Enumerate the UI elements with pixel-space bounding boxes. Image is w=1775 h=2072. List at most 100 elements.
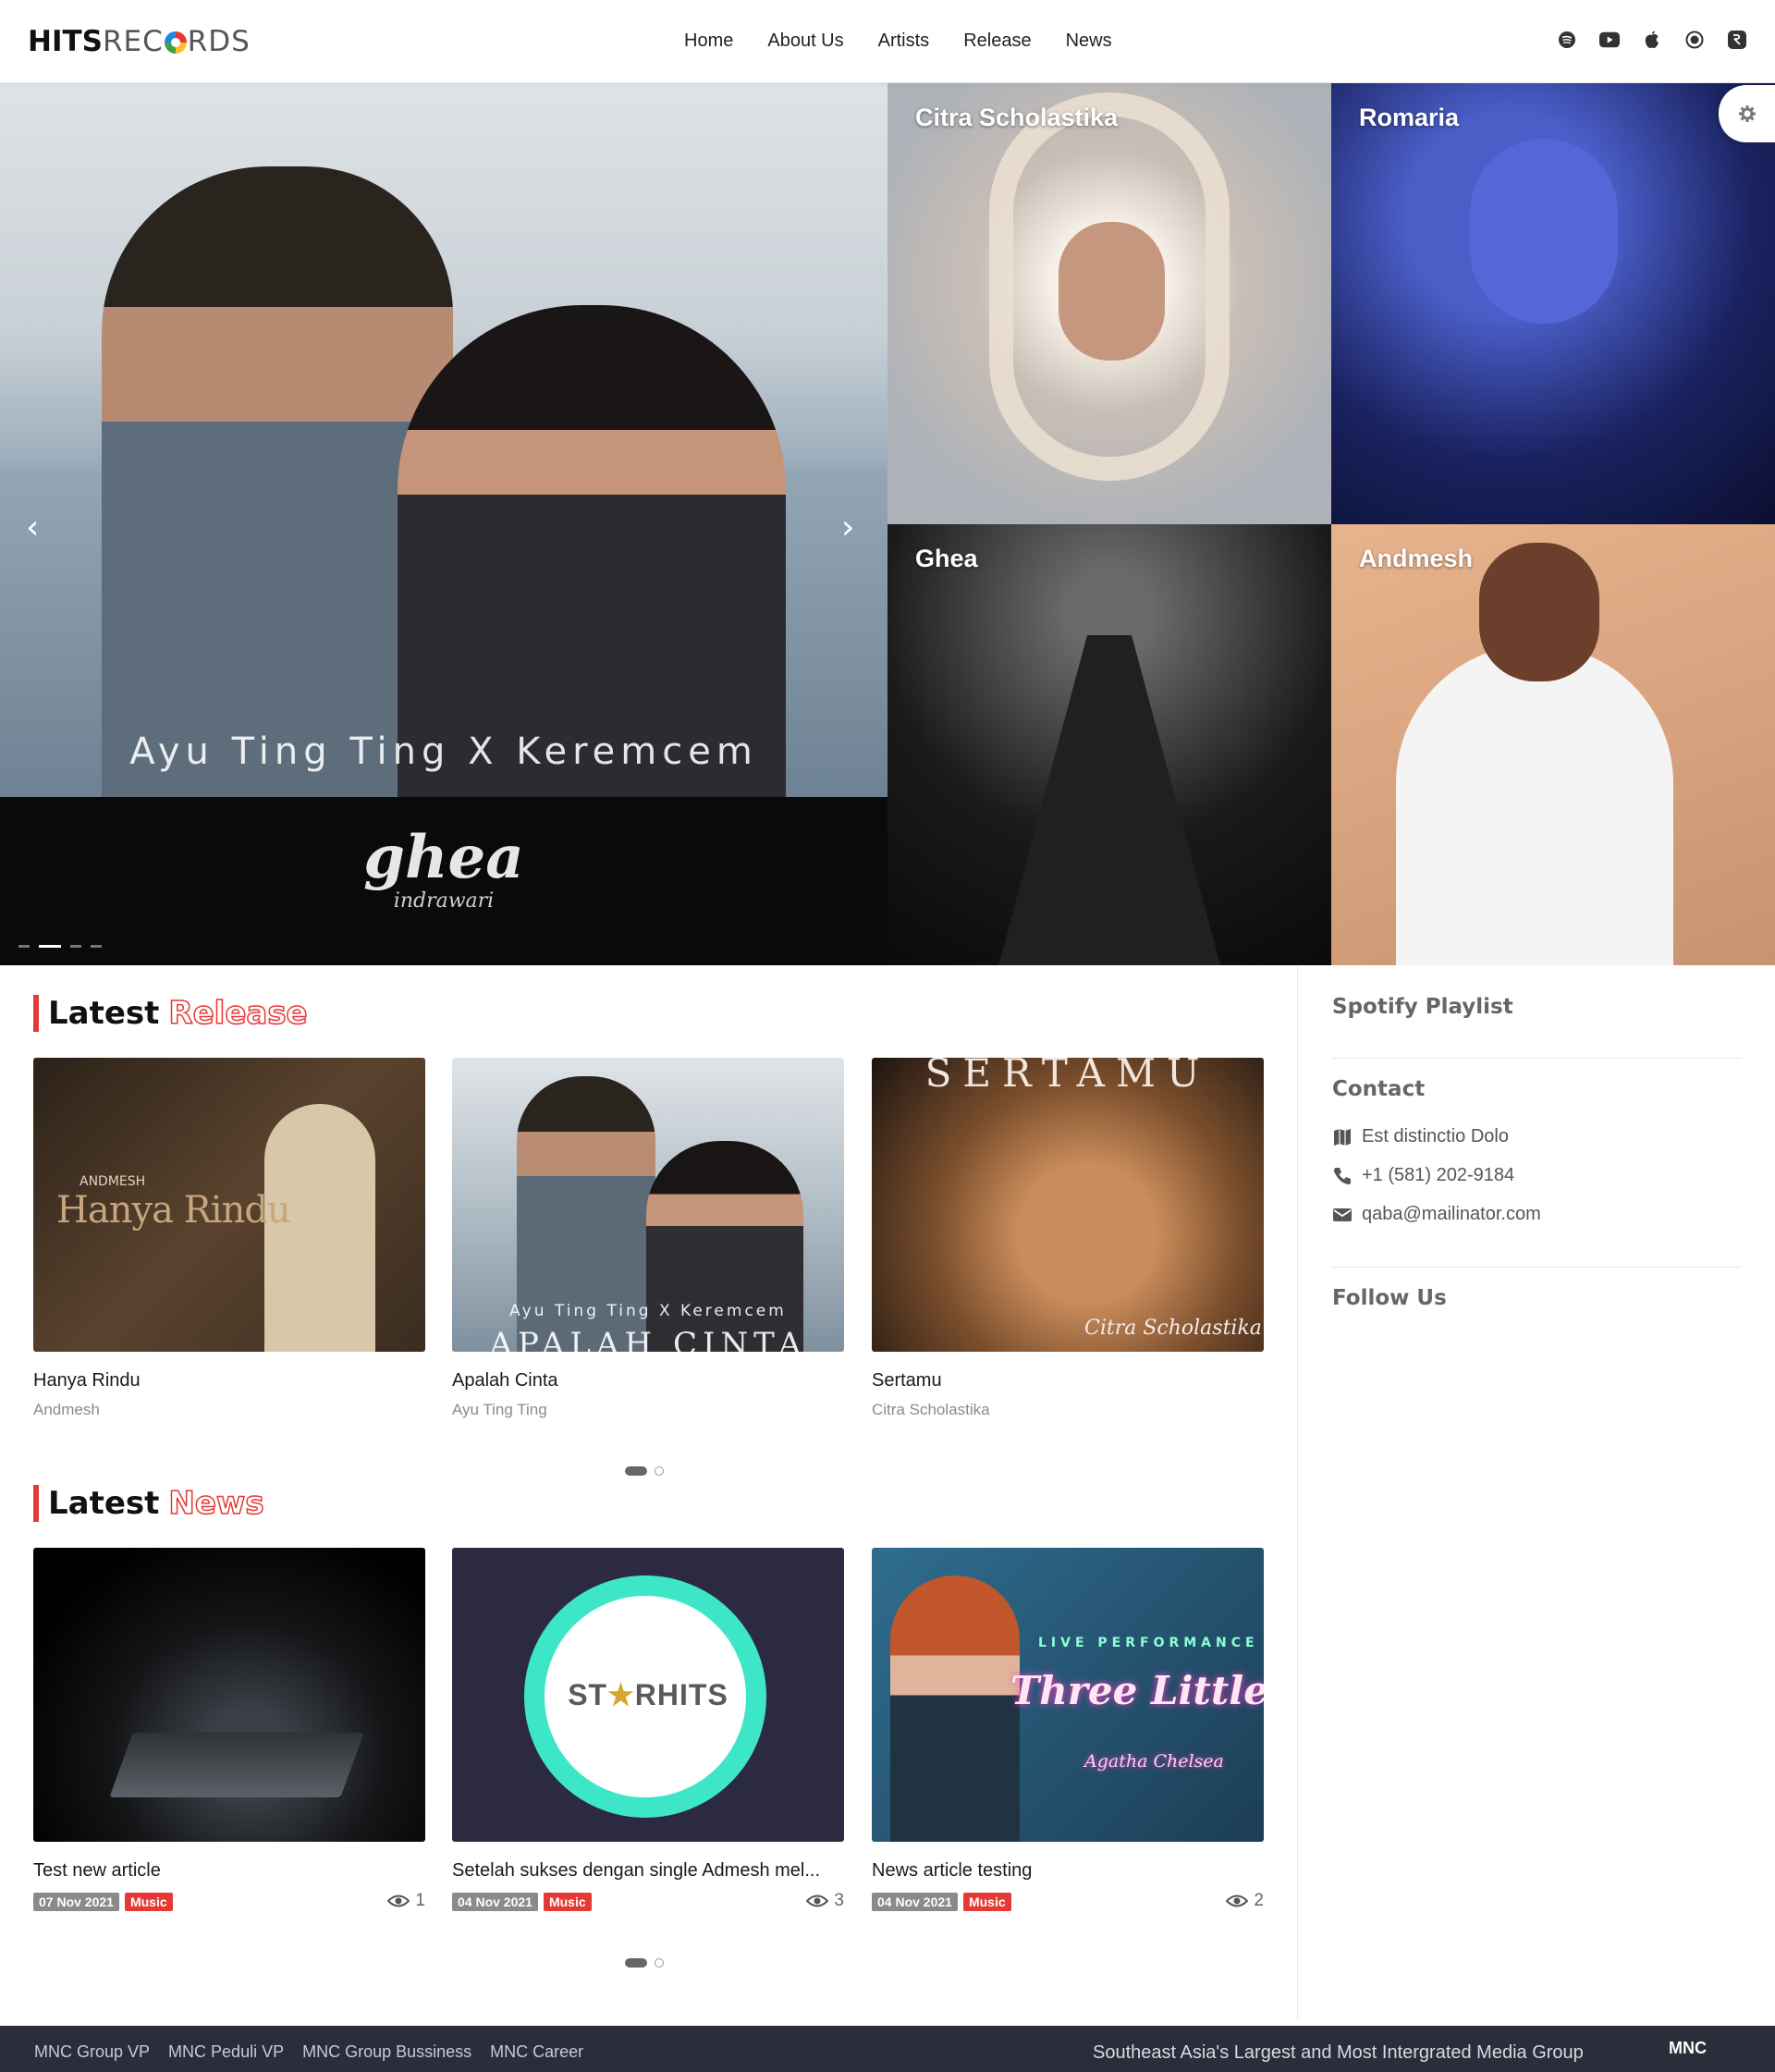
release-cover[interactable]: Ayu Ting Ting X Keremcem APALAH CINTA [452, 1058, 844, 1352]
release-title[interactable]: Sertamu [872, 1370, 1264, 1392]
news-meta: 04 Nov 2021 Music 3 [452, 1891, 844, 1913]
nav-news[interactable]: News [1066, 31, 1112, 52]
carousel-indicator[interactable] [18, 945, 30, 948]
sidebar-divider [1332, 1267, 1742, 1268]
release-card[interactable]: ANDMESH Hanya Rindu Hanya Rindu Andmesh [33, 1058, 425, 1419]
news-views: 1 [387, 1891, 425, 1911]
logo-color-wheel-icon [164, 31, 187, 54]
carousel-next-arrow-icon[interactable]: › [841, 509, 854, 546]
news-card[interactable]: Test new article 07 Nov 2021 Music 1 [33, 1548, 425, 1913]
news-views: 2 [1226, 1891, 1264, 1911]
deezer-icon[interactable] [1727, 30, 1747, 50]
artist-name: Andmesh [1359, 545, 1474, 572]
hits-records-logo[interactable]: HITS REC RDS [28, 25, 251, 58]
pager-dot-active[interactable] [625, 1466, 647, 1476]
news-meta: 07 Nov 2021 Music 1 [33, 1891, 425, 1913]
news-meta: 04 Nov 2021 Music 2 [872, 1891, 1264, 1913]
hero-slide-caption: Ayu Ting Ting X Keremcem [129, 730, 758, 773]
heading-accent-bar [33, 1485, 39, 1522]
settings-gear-button[interactable] [1719, 85, 1775, 142]
news-title[interactable]: Test new article [33, 1860, 425, 1882]
carousel-prev-arrow-icon[interactable]: ‹ [26, 509, 39, 546]
nav-release[interactable]: Release [963, 31, 1031, 52]
news-date-badge: 07 Nov 2021 [33, 1893, 119, 1911]
hero-slide-image [0, 83, 888, 804]
hero-carousel[interactable]: Ayu Ting Ting X Keremcem ghea indrawari … [0, 83, 888, 965]
contact-heading: Contact [1332, 1077, 1426, 1101]
news-title[interactable]: News article testing [872, 1860, 1264, 1882]
footer-link-mnc-career[interactable]: MNC Career [490, 2042, 583, 2062]
release-cover[interactable]: ANDMESH Hanya Rindu [33, 1058, 425, 1352]
release-card[interactable]: SERTAMU Citra Scholastika Sertamu Citra … [872, 1058, 1264, 1419]
top-navbar: HITS REC RDS Home About Us Artists Relea… [0, 0, 1775, 83]
gear-icon [1738, 105, 1756, 122]
map-icon [1334, 1128, 1351, 1146]
record-icon[interactable] [1684, 30, 1705, 50]
nav-artists[interactable]: Artists [878, 31, 930, 52]
logo-text-rec: REC [102, 25, 164, 58]
logo-text-hits: HITS [28, 25, 103, 58]
artist-tile-ghea[interactable]: Ghea [888, 524, 1331, 965]
contact-phone[interactable]: +1 (581) 202-9184 [1332, 1165, 1514, 1186]
release-cover[interactable]: SERTAMU Citra Scholastika [872, 1058, 1264, 1352]
logo-text-rds: RDS [187, 25, 251, 58]
release-pager [625, 1466, 664, 1476]
social-links [1557, 30, 1747, 50]
news-title[interactable]: Setelah sukses dengan single Admesh mel.… [452, 1860, 844, 1882]
artist-name: Romaria [1359, 104, 1460, 131]
nav-home[interactable]: Home [684, 31, 733, 52]
news-date-badge: 04 Nov 2021 [872, 1893, 958, 1911]
footer-tagline: Southeast Asia's Largest and Most Interg… [1093, 2042, 1584, 2063]
heading-accent-bar [33, 995, 39, 1032]
news-date-badge: 04 Nov 2021 [452, 1893, 538, 1911]
hero-next-slide-subscript: indrawari [393, 889, 495, 913]
pager-dot[interactable] [655, 1466, 664, 1476]
nav-about-us[interactable]: About Us [767, 31, 843, 52]
spotify-icon[interactable] [1557, 30, 1577, 50]
apple-icon[interactable] [1642, 30, 1662, 50]
news-card[interactable]: LIVE PERFORMANCE Three Little Words Agat… [872, 1548, 1264, 1913]
news-card[interactable]: ST★RHITS Setelah sukses dengan single Ad… [452, 1548, 844, 1913]
artist-name: Citra Scholastika [915, 104, 1119, 131]
spotify-playlist-heading: Spotify Playlist [1332, 995, 1513, 1019]
release-card[interactable]: Ayu Ting Ting X Keremcem APALAH CINTA Ap… [452, 1058, 844, 1419]
carousel-indicators [18, 945, 102, 948]
release-artist: Citra Scholastika [872, 1401, 990, 1418]
pager-dot[interactable] [655, 1958, 664, 1968]
carousel-indicator[interactable] [70, 945, 81, 948]
release-title[interactable]: Apalah Cinta [452, 1370, 844, 1392]
news-category-badge[interactable]: Music [124, 1893, 173, 1911]
eye-icon [387, 1894, 410, 1907]
news-thumbnail[interactable]: ST★RHITS [452, 1548, 844, 1842]
artist-name: Ghea [915, 545, 978, 572]
news-category-badge[interactable]: Music [962, 1893, 1011, 1911]
contact-address: Est distinctio Dolo [1332, 1126, 1509, 1147]
footer-link-mnc-group-bussiness[interactable]: MNC Group Bussiness [302, 2042, 471, 2062]
artist-tile-romaria[interactable]: Romaria [1331, 83, 1775, 524]
news-category-badge[interactable]: Music [543, 1893, 592, 1911]
mnc-media-logo[interactable]: MNC [1669, 2039, 1707, 2058]
release-artist: Andmesh [33, 1401, 100, 1418]
pager-dot-active[interactable] [625, 1958, 647, 1968]
news-thumbnail[interactable]: LIVE PERFORMANCE Three Little Words Agat… [872, 1548, 1264, 1842]
artist-tile-citra-scholastika[interactable]: Citra Scholastika [888, 83, 1331, 524]
artist-tile-andmesh[interactable]: Andmesh [1331, 524, 1775, 965]
footer: MNC Group VP MNC Peduli VP MNC Group Bus… [0, 2026, 1775, 2072]
release-title[interactable]: Hanya Rindu [33, 1370, 425, 1392]
release-artist: Ayu Ting Ting [452, 1401, 547, 1418]
eye-icon [806, 1894, 829, 1907]
footer-link-mnc-group-vp[interactable]: MNC Group VP [34, 2042, 150, 2062]
news-thumbnail[interactable] [33, 1548, 425, 1842]
phone-icon [1334, 1167, 1351, 1184]
youtube-icon[interactable] [1599, 30, 1620, 50]
follow-us-heading: Follow Us [1332, 1286, 1447, 1310]
sidebar: Spotify Playlist Contact Est distinctio … [1297, 965, 1775, 2019]
contact-email[interactable]: qaba@mailinator.com [1332, 1204, 1541, 1225]
carousel-indicator[interactable] [91, 945, 102, 948]
hero-next-slide-script: ghea [363, 823, 524, 892]
footer-link-mnc-peduli-vp[interactable]: MNC Peduli VP [168, 2042, 284, 2062]
sidebar-divider [1332, 1058, 1742, 1059]
mail-icon [1333, 1208, 1352, 1221]
footer-links: MNC Group VP MNC Peduli VP MNC Group Bus… [34, 2042, 583, 2062]
carousel-indicator-active[interactable] [39, 945, 61, 948]
